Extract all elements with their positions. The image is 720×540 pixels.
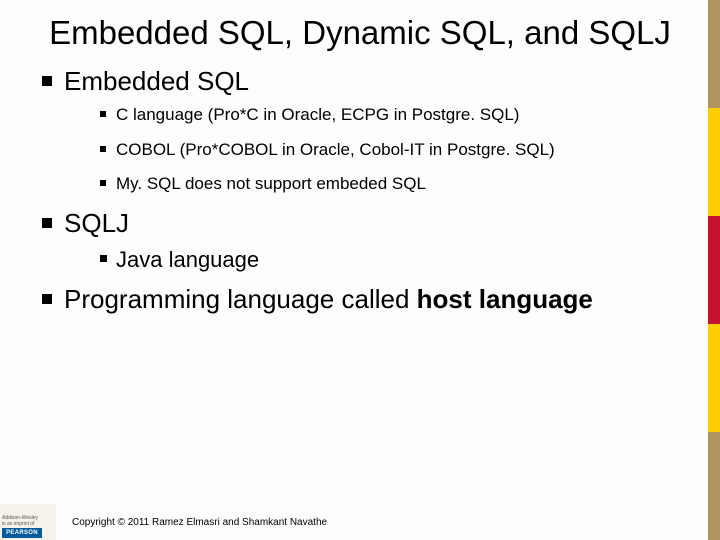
slide-content: Embedded SQL C language (Pro*C in Oracle… — [0, 60, 720, 315]
decorative-edge-stripe — [708, 0, 720, 540]
publisher-logo: Addison-Wesley is an imprint of PEARSON — [0, 504, 56, 540]
section-embedded-sql: Embedded SQL C language (Pro*C in Oracle… — [42, 66, 690, 194]
list-item: Java language — [100, 247, 690, 273]
list-item: COBOL (Pro*COBOL in Oracle, Cobol-IT in … — [100, 140, 690, 160]
slide-title: Embedded SQL, Dynamic SQL, and SQLJ — [0, 0, 720, 60]
section-sqlj: SQLJ Java language — [42, 208, 690, 274]
logo-line2: is an imprint of — [2, 522, 54, 527]
slide-footer: Addison-Wesley is an imprint of PEARSON … — [0, 504, 720, 540]
list-item: C language (Pro*C in Oracle, ECPG in Pos… — [100, 105, 690, 125]
logo-pearson: PEARSON — [2, 528, 42, 538]
section-heading: Embedded SQL — [64, 66, 249, 96]
section-host-language: Programming language called host languag… — [42, 284, 690, 315]
list-item: My. SQL does not support embeded SQL — [100, 174, 690, 194]
section-heading: SQLJ — [64, 208, 129, 238]
host-bold: host language — [417, 284, 593, 314]
copyright-text: Copyright © 2011 Ramez Elmasri and Shamk… — [72, 517, 327, 528]
host-prefix: Programming language called — [64, 284, 417, 314]
